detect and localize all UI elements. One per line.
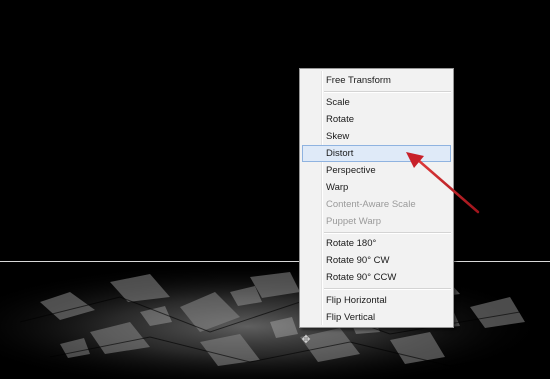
menu-item-flip-horizontal[interactable]: Flip Horizontal [302, 292, 451, 309]
menu-separator [324, 91, 451, 93]
menu-item-scale[interactable]: Scale [302, 94, 451, 111]
menu-item-rotate[interactable]: Rotate [302, 111, 451, 128]
menu-item-free-transform[interactable]: Free Transform [302, 72, 451, 89]
menu-item-flip-vertical[interactable]: Flip Vertical [302, 309, 451, 326]
transform-move-cursor-icon: ✥ [301, 334, 311, 346]
photoshop-canvas[interactable]: ✥ Free Transform Scale Rotate Skew Disto… [0, 0, 550, 379]
rubble-texture [0, 262, 550, 379]
menu-separator [324, 288, 451, 290]
menu-item-rotate-180[interactable]: Rotate 180° [302, 235, 451, 252]
menu-separator [324, 232, 451, 234]
menu-item-rotate-90-cw[interactable]: Rotate 90° CW [302, 252, 451, 269]
menu-item-rotate-90-ccw[interactable]: Rotate 90° CCW [302, 269, 451, 286]
red-annotation-arrow-icon [406, 152, 480, 214]
menu-item-skew[interactable]: Skew [302, 128, 451, 145]
